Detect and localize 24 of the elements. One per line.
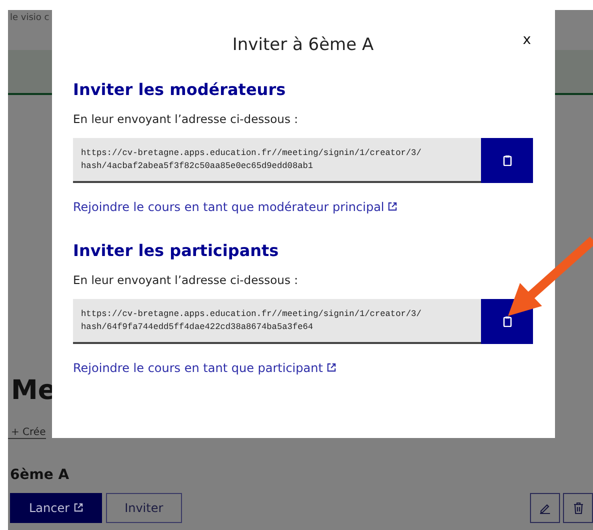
- section-heading: Inviter les participants: [73, 241, 280, 260]
- delete-button[interactable]: [563, 493, 593, 523]
- close-button[interactable]: x: [516, 32, 537, 48]
- trash-icon: [572, 502, 584, 514]
- instruction-text: En leur envoyant l’adresse ci-dessous :: [73, 273, 299, 287]
- url-field[interactable]: https://cv-bretagne.apps.education.fr//meeting/signin/1/creator/3/hash/64f9fa744edd5ff4dae422cd38a8674ba5a3fe64: [73, 299, 481, 344]
- edit-button[interactable]: [530, 493, 560, 523]
- external-link-icon: [326, 363, 336, 372]
- create-link[interactable]: + Crée: [8, 427, 46, 439]
- clipboard-icon: [502, 316, 512, 327]
- dialog-title: Inviter à 6ème A: [232, 35, 374, 55]
- join-link[interactable]: Rejoindre le cours en tant que modérateur principal: [73, 200, 398, 214]
- page-text: le visio c: [10, 12, 50, 24]
- url-field[interactable]: https://cv-bretagne.apps.education.fr//meeting/signin/1/creator/3/hash/4acbaf2abea5f3f82c50aa85e0ec65d9edd08ab1: [73, 138, 481, 183]
- launch-button[interactable]: Lancer: [10, 493, 102, 523]
- invite-button[interactable]: Inviter: [106, 493, 182, 523]
- section-heading: Inviter les modérateurs: [73, 80, 287, 99]
- external-link-icon: [388, 202, 398, 211]
- room-name: 6ème A: [9, 467, 70, 483]
- pencil-icon: [539, 502, 551, 514]
- clipboard-icon: [502, 155, 512, 166]
- external-link-icon: [74, 503, 83, 512]
- join-link[interactable]: Rejoindre le cours en tant que participant: [73, 361, 336, 375]
- instruction-text: En leur envoyant l’adresse ci-dessous :: [73, 112, 299, 126]
